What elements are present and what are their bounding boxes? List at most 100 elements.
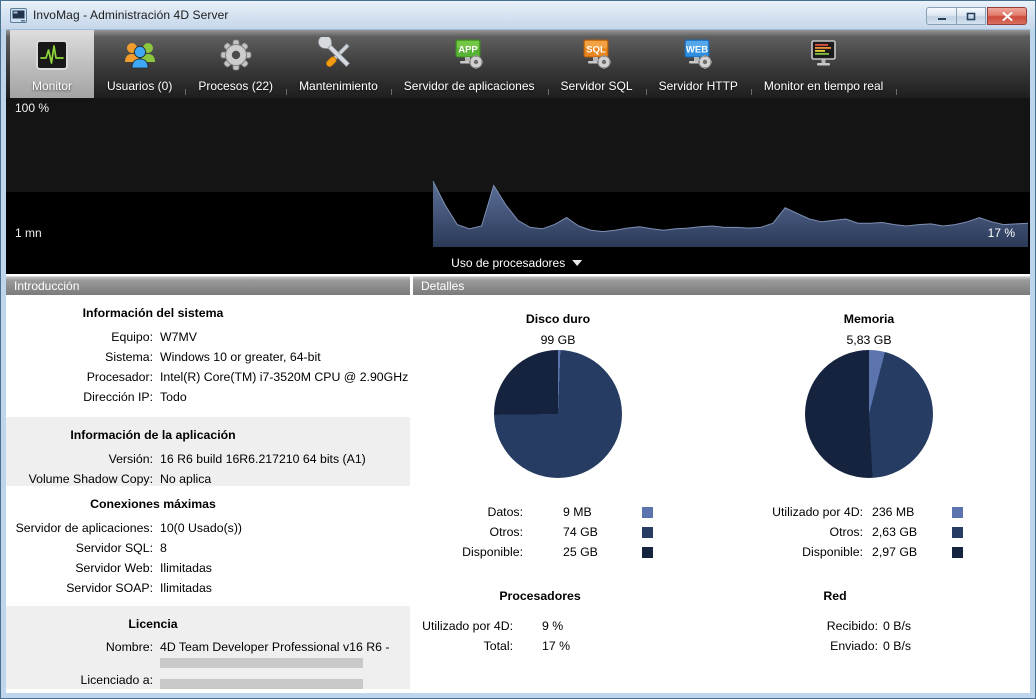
tab-monitor-tiempo-real[interactable]: Monitor en tiempo real (751, 30, 896, 98)
info-panels: Introducción Información del sistema Equ… (6, 274, 1030, 693)
tab-procesos[interactable]: Procesos (22) (185, 30, 286, 98)
tab-monitor-label: Monitor (32, 79, 72, 93)
main-toolbar: Monitor Usuarios (0) (6, 30, 1030, 98)
window-content: Monitor Usuarios (0) (6, 29, 1030, 693)
svg-text:SQL: SQL (586, 45, 606, 56)
memory-total: 5,83 GB (724, 333, 1014, 347)
disk-legend-swatch (642, 507, 653, 518)
disk-chart-title: Disco duro (413, 312, 703, 326)
disk-legend-value: 74 GB (563, 525, 598, 539)
info-row: Dirección IP:Todo (6, 387, 410, 407)
panel-introduccion-header: Introducción (6, 276, 410, 295)
window-frame: Monitor Usuarios (0) (1, 29, 1035, 698)
tab-mantenimiento-label: Mantenimiento (299, 79, 378, 93)
tab-monitor[interactable]: Monitor (10, 30, 94, 98)
network-section-heading: Red (720, 589, 950, 603)
info-row: Versión:16 R6 build 16R6.217210 64 bits … (6, 449, 410, 469)
monitor-icon (33, 36, 71, 76)
graph-current-value: 17 % (988, 226, 1015, 240)
info-row: Procesador:Intel(R) Core(TM) i7-3520M CP… (6, 367, 410, 387)
graph-ymax-label: 100 % (15, 101, 49, 115)
app-server-icon: APP (449, 36, 489, 76)
panel-detalles: Detalles Disco duro 99 GB Datos: 9 MB Ot… (413, 276, 1030, 693)
cpu-row-label: Utilizado por 4D: (422, 619, 513, 633)
info-row: Licenciado a: (6, 668, 410, 692)
cpu-row-label: Total: (484, 639, 513, 653)
disk-legend-label: Disponible: (462, 545, 523, 559)
app-window: InvoMag - Administración 4D Server Monit… (0, 0, 1036, 699)
section-heading: Información del sistema (6, 305, 300, 321)
memory-legend-label: Utilizado por 4D: (772, 505, 863, 519)
disk-legend-value: 25 GB (563, 545, 598, 559)
tab-servidor-sql-label: Servidor SQL (561, 79, 633, 93)
memory-legend-value: 2,97 GB (872, 545, 917, 559)
memory-pie-chart (805, 350, 933, 478)
memory-legend-value: 236 MB (872, 505, 914, 519)
disk-legend-label: Datos: (487, 505, 523, 519)
realtime-monitor-icon (804, 36, 844, 76)
graph-metric-selector[interactable]: Uso de procesadores (451, 256, 582, 270)
graph-timespan-label: 1 mn (15, 226, 42, 240)
disk-pie-chart (494, 350, 622, 478)
tab-servidor-sql[interactable]: SQL Servidor SQL (548, 30, 646, 98)
tab-monitor-tiempo-real-label: Monitor en tiempo real (764, 79, 883, 93)
section-heading: Información de la aplicación (6, 427, 300, 443)
tab-servidor-http[interactable]: WEB Servidor HTTP (646, 30, 751, 98)
section-conexiones-maximas: Conexiones máximas Servidor de aplicacio… (6, 486, 410, 606)
disk-legend-value: 9 MB (563, 505, 592, 519)
cpu-row-value: 17 % (542, 639, 570, 653)
cpu-usage-area-chart (6, 98, 1030, 274)
titlebar[interactable]: InvoMag - Administración 4D Server (1, 1, 1035, 29)
tab-servidor-aplicaciones[interactable]: APP Servidor de aplicaciones (391, 30, 548, 98)
tab-usuarios[interactable]: Usuarios (0) (94, 30, 185, 98)
cpu-section-heading: Procesadores (413, 589, 667, 603)
web-server-icon: WEB (678, 36, 718, 76)
memory-legend-value: 2,63 GB (872, 525, 917, 539)
app-icon (10, 8, 27, 23)
info-row: Equipo:W7MV (6, 327, 410, 347)
disk-legend-swatch (642, 527, 653, 538)
disk-legend-swatch (642, 547, 653, 558)
memory-chart-title: Memoria (724, 312, 1014, 326)
info-row: Servidor SOAP:Ilimitadas (6, 578, 410, 598)
tools-icon (318, 36, 358, 76)
gear-icon (216, 36, 256, 76)
close-button[interactable] (987, 7, 1027, 25)
sql-server-icon: SQL (577, 36, 617, 76)
minimize-button[interactable] (926, 7, 956, 25)
info-row: Nombre: 4D Team Developer Professional v… (6, 638, 410, 668)
panel-introduccion: Introducción Información del sistema Equ… (6, 276, 410, 693)
tab-mantenimiento[interactable]: Mantenimiento (286, 30, 391, 98)
panel-detalles-header: Detalles (413, 276, 1030, 295)
tab-servidor-http-label: Servidor HTTP (659, 79, 738, 93)
svg-text:APP: APP (458, 45, 478, 56)
users-icon (120, 36, 160, 76)
info-row: Servidor SQL:8 (6, 538, 410, 558)
graph-metric-selector-label: Uso de procesadores (451, 256, 565, 270)
memory-legend-swatch (952, 547, 963, 558)
window-title: InvoMag - Administración 4D Server (33, 8, 228, 22)
section-heading: Conexiones máximas (6, 496, 300, 512)
section-licencia: Licencia Nombre: 4D Team Developer Profe… (6, 606, 410, 689)
svg-text:WEB: WEB (686, 45, 708, 56)
chevron-down-icon (572, 260, 582, 266)
cpu-row-value: 9 % (542, 619, 563, 633)
network-row-value: 0 B/s (883, 639, 911, 653)
panel-detalles-body: Disco duro 99 GB Datos: 9 MB Otros: 74 G… (413, 295, 1030, 693)
section-heading: Licencia (6, 616, 300, 632)
panel-introduccion-body: Información del sistema Equipo:W7MV Sist… (6, 295, 410, 693)
info-row: Servidor de aplicaciones:10(0 Usado(s)) (6, 518, 410, 538)
tab-usuarios-label: Usuarios (0) (107, 79, 172, 93)
memory-legend-label: Otros: (830, 525, 863, 539)
redacted-license-name (160, 658, 363, 668)
section-informacion-aplicacion: Información de la aplicación Versión:16 … (6, 417, 410, 486)
network-row-value: 0 B/s (883, 619, 911, 633)
window-controls (926, 7, 1027, 25)
maximize-button[interactable] (956, 7, 986, 25)
info-row: Volume Shadow Copy:No aplica (6, 469, 410, 489)
network-row-label: Enviado: (830, 639, 878, 653)
redacted-licensee (160, 679, 363, 689)
info-row: Servidor Web:Ilimitadas (6, 558, 410, 578)
network-row-label: Recibido: (827, 619, 878, 633)
section-informacion-sistema: Información del sistema Equipo:W7MV Sist… (6, 295, 410, 417)
